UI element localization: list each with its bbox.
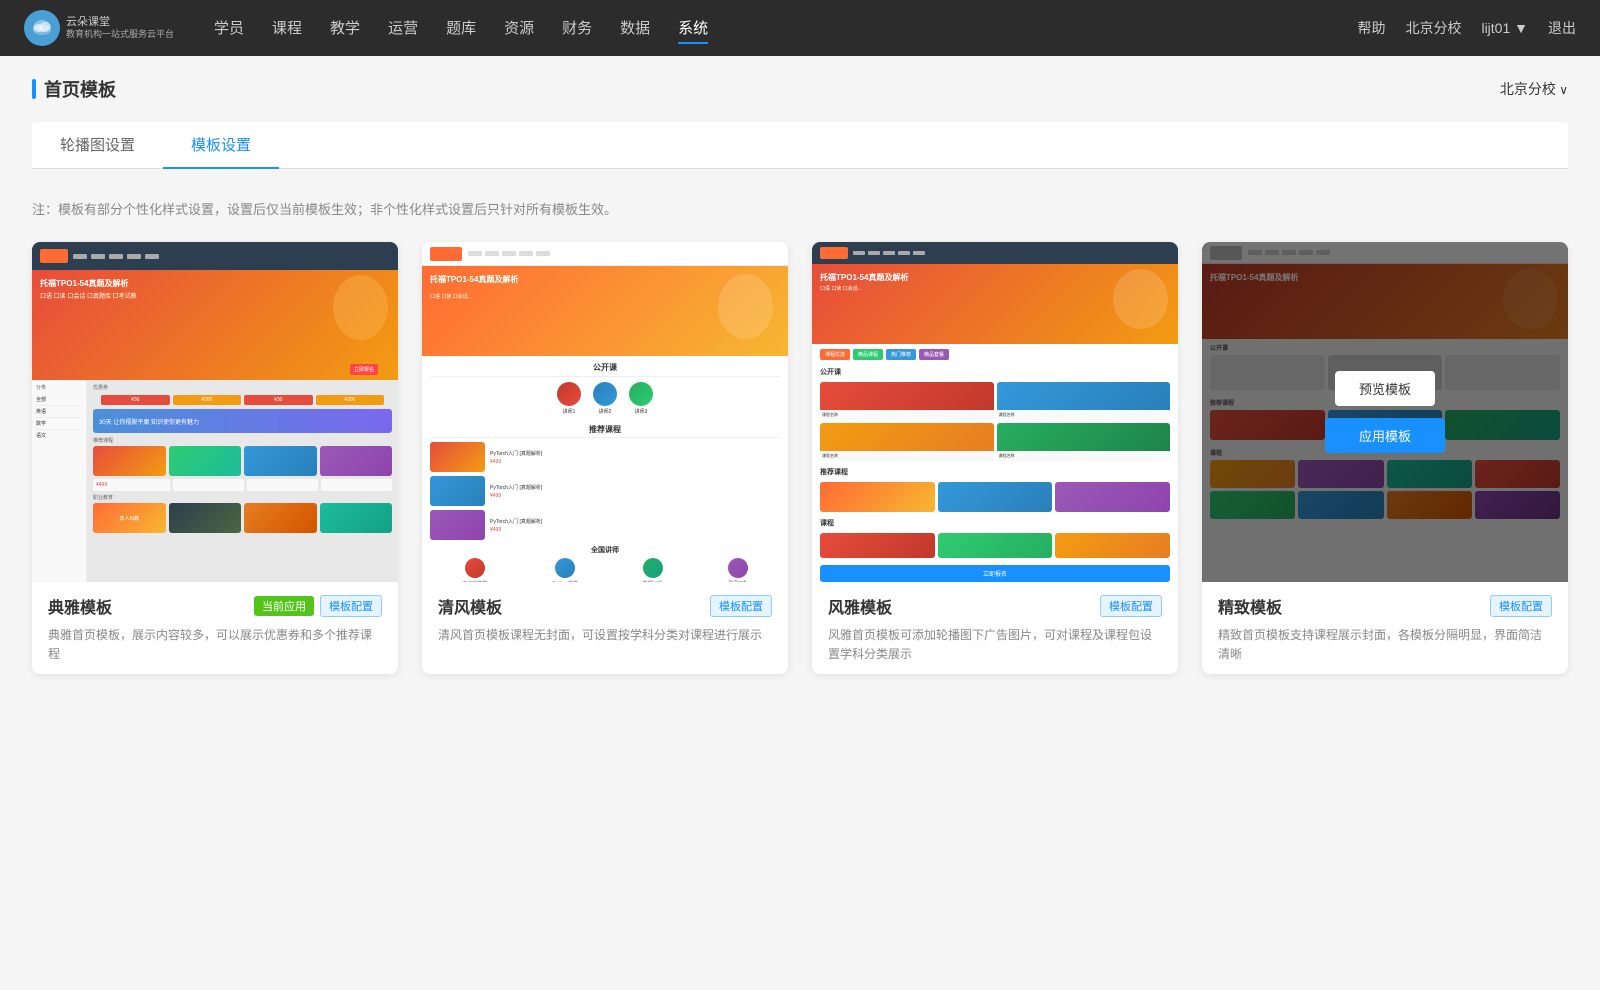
tab-carousel[interactable]: 轮播图设置 [32,122,163,169]
template-preview-dianva: 托福TPO1-54真题及解析 口语 口读 口会话 口真题库 口考试教 立即报名 … [32,242,398,582]
tab-wrapper: 轮播图设置 模板设置 [32,122,1568,169]
template-card-jingzhi[interactable]: 预览模板 应用模板 [1202,242,1568,674]
template-name-fengya: 风雅模板 [828,594,892,618]
note-text: 注：模板有部分个性化样式设置，设置后仅当前模板生效；非个性化样式设置后只针对所有… [32,185,1568,218]
nav-item-operations[interactable]: 运营 [388,13,418,44]
user-menu[interactable]: lijt01 ▼ [1481,20,1528,36]
template-desc-qingfeng: 清风首页模板课程无封面，可设置按学科分类对课程进行展示 [438,626,772,645]
nav-item-students[interactable]: 学员 [214,13,244,44]
nav-items: 学员 课程 教学 运营 题库 资源 财务 数据 系统 [214,13,1357,44]
apply-template-button[interactable]: 应用模板 [1325,418,1445,453]
nav-item-courses[interactable]: 课程 [272,13,302,44]
template-preview-qingfeng: 托福TPO1-54真题及解析 口语 口读 口会话... 公开课 讲师1 [422,242,788,582]
template-name-dianva: 典雅模板 [48,594,112,618]
nav-item-finance[interactable]: 财务 [562,13,592,44]
nav-item-questions[interactable]: 题库 [446,13,476,44]
template-card-fengya[interactable]: 托福TPO1-54真题及解析 口语 口读 口会话... 课程优选 精品课程 热门… [812,242,1178,674]
config-button-qingfeng[interactable]: 模板配置 [710,595,772,617]
template-card-dianva[interactable]: 托福TPO1-54真题及解析 口语 口读 口会话 口真题库 口考试教 立即报名 … [32,242,398,674]
branch-selector[interactable]: 北京分校 [1500,79,1568,99]
navbar-right: 帮助 北京分校 lijt01 ▼ 退出 [1357,18,1576,38]
tab-template[interactable]: 模板设置 [163,122,279,169]
template-desc-fengya: 风雅首页模板可添加轮播图下广告图片，可对课程及课程包设置学科分类展示 [828,626,1162,664]
config-button-dianva[interactable]: 模板配置 [320,595,382,617]
navbar: 云朵课堂 教育机构一站式服务云平台 学员 课程 教学 运营 题库 资源 财务 数… [0,0,1600,56]
template-card-qingfeng[interactable]: 托福TPO1-54真题及解析 口语 口读 口会话... 公开课 讲师1 [422,242,788,674]
template-footer-jingzhi: 精致模板 模板配置 精致首页模板支持课程展示封面，各模板分隔明显，界面简洁清晰 [1202,582,1568,674]
config-button-fengya[interactable]: 模板配置 [1100,595,1162,617]
page-header: 首页模板 北京分校 [32,76,1568,102]
template-badges-qingfeng: 模板配置 [710,595,772,617]
template-badges-jingzhi: 模板配置 [1490,595,1552,617]
page-title: 首页模板 [32,76,116,102]
template-overlay-jingzhi: 预览模板 应用模板 [1202,242,1568,582]
nav-item-resources[interactable]: 资源 [504,13,534,44]
template-name-qingfeng: 清风模板 [438,594,502,618]
nav-item-teaching[interactable]: 教学 [330,13,360,44]
branch-link[interactable]: 北京分校 [1405,18,1461,38]
page-content: 首页模板 北京分校 轮播图设置 模板设置 注：模板有部分个性化样式设置，设置后仅… [0,56,1600,990]
templates-grid: 托福TPO1-54真题及解析 口语 口读 口会话 口真题库 口考试教 立即报名 … [32,242,1568,674]
logo-text: 云朵课堂 教育机构一站式服务云平台 [66,15,174,41]
template-footer-qingfeng: 清风模板 模板配置 清风首页模板课程无封面，可设置按学科分类对课程进行展示 [422,582,788,655]
template-preview-fengya: 托福TPO1-54真题及解析 口语 口读 口会话... 课程优选 精品课程 热门… [812,242,1178,582]
preview-template-button[interactable]: 预览模板 [1335,371,1435,406]
template-name-jingzhi: 精致模板 [1218,594,1282,618]
template-footer-fengya: 风雅模板 模板配置 风雅首页模板可添加轮播图下广告图片，可对课程及课程包设置学科… [812,582,1178,674]
template-desc-jingzhi: 精致首页模板支持课程展示封面，各模板分隔明显，界面简洁清晰 [1218,626,1552,664]
logo: 云朵课堂 教育机构一站式服务云平台 [24,10,174,46]
template-preview-jingzhi: 预览模板 应用模板 [1202,242,1568,582]
template-badges-fengya: 模板配置 [1100,595,1162,617]
logout-button[interactable]: 退出 [1548,18,1576,38]
help-link[interactable]: 帮助 [1357,18,1385,38]
nav-item-data[interactable]: 数据 [620,13,650,44]
logo-icon [24,10,60,46]
nav-item-system[interactable]: 系统 [678,13,708,44]
tabs: 轮播图设置 模板设置 [32,122,1568,169]
template-footer-dianva: 典雅模板 当前应用 模板配置 典雅首页模板，展示内容较多，可以展示优惠券和多个推… [32,582,398,674]
template-desc-dianva: 典雅首页模板，展示内容较多，可以展示优惠券和多个推荐课程 [48,626,382,664]
badge-current-dianva: 当前应用 [254,596,314,616]
template-badges-dianva: 当前应用 模板配置 [254,595,382,617]
config-button-jingzhi[interactable]: 模板配置 [1490,595,1552,617]
